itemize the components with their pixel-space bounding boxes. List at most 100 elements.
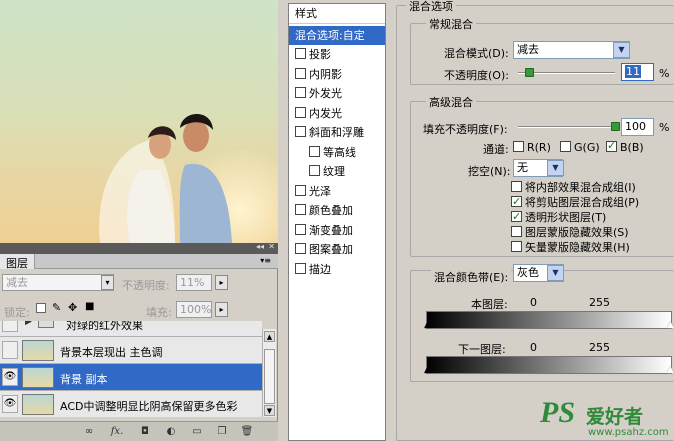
style-checkbox[interactable] [309,165,320,176]
style-item[interactable]: 混合选项:自定 [289,25,385,45]
underlying-black-slider-icon[interactable]: ▲ [424,366,431,375]
fill-opacity-slider-thumb[interactable] [611,122,620,131]
visibility-eye-icon[interactable] [2,321,18,332]
scroll-thumb[interactable] [264,349,275,404]
style-checkbox[interactable] [295,126,306,137]
advanced-option-box[interactable] [511,241,522,252]
add-mask-icon[interactable]: ◘ [138,425,152,439]
advanced-option-checkbox[interactable]: 透明形状图层(T) [511,209,671,225]
couple-illustration [99,114,232,243]
channel-b-checkbox[interactable]: B(B) [606,139,644,154]
style-item[interactable]: 纹理 [289,162,385,182]
this-layer-black-slider-icon[interactable]: ▲ [424,321,431,330]
tab-layers[interactable]: 图层 [0,254,35,270]
advanced-option-checkbox[interactable]: 矢量蒙版隐藏效果(H) [511,240,671,255]
opacity-input[interactable]: 11% [176,274,212,291]
channel-g-box[interactable] [560,141,571,152]
this-layer-low-value: 0 [530,296,537,309]
style-item[interactable]: 描边 [289,260,385,280]
style-item[interactable]: 等高线 [289,143,385,163]
style-item[interactable]: 投影 [289,45,385,65]
style-checkbox[interactable] [295,87,306,98]
fill-label: 填充: [146,306,172,319]
lock-pixels-icon[interactable]: ✎ [52,301,61,314]
layer-row[interactable]: ▶ 对绿的红外效果 [0,321,262,336]
channel-r-box[interactable] [513,141,524,152]
fill-opacity-input[interactable]: 100 [621,118,654,136]
advanced-option-checkbox[interactable]: 图层蒙版隐藏效果(S) [511,225,671,240]
style-checkbox[interactable] [295,184,306,196]
opacity-arrow-icon[interactable]: ▸ [215,275,228,290]
advanced-option-box[interactable] [511,209,522,224]
style-item[interactable]: 内发光 [289,104,385,124]
style-checkbox[interactable] [295,106,306,118]
close-icon[interactable]: ✕ [268,242,275,251]
style-checkbox[interactable] [295,223,306,235]
style-checkbox[interactable] [295,67,306,79]
style-checkbox[interactable] [309,145,320,157]
style-item[interactable]: 内阴影 [289,65,385,85]
fill-input[interactable]: 100% [176,301,212,318]
style-item[interactable]: 斜面和浮雕 [289,123,385,143]
style-item[interactable]: 光泽 [289,182,385,202]
visibility-eye-icon[interactable]: 👁 [2,368,18,386]
layer-row[interactable]: 👁 ACD中调整明显比阴高保留更多色彩 [0,390,262,417]
this-layer-gradient[interactable] [426,311,672,329]
new-group-icon[interactable]: ▭ [190,425,204,439]
style-item[interactable]: 颜色叠加 [289,201,385,221]
underlying-white-slider-icon[interactable]: ▲ [667,366,674,375]
style-item[interactable]: 图案叠加 [289,240,385,260]
lock-all-icon[interactable]: ■ [85,301,94,312]
new-layer-icon[interactable]: ❐ [215,425,229,439]
advanced-option-checkbox[interactable]: 将内部效果混合成组(I) [511,180,671,195]
layer-row[interactable]: 背景本层现出 主色调 [0,336,262,363]
adjustment-layer-icon[interactable]: ◐ [164,425,178,439]
this-layer-white-slider-icon[interactable]: ▲ [667,321,674,330]
scroll-down-icon[interactable]: ▼ [264,405,275,416]
fill-arrow-icon[interactable]: ▸ [215,302,228,317]
style-checkbox[interactable] [295,243,306,254]
layer-row[interactable]: 👁 背景 副本 [0,363,262,390]
style-checkbox[interactable] [295,262,306,274]
scroll-up-icon[interactable]: ▲ [264,331,275,342]
visibility-eye-icon[interactable]: 👁 [2,395,18,413]
panel-title-bar[interactable]: ◂◂ ✕ [0,242,278,254]
blending-options-panel: 混合选项 常规混合 混合模式(D): 减去 ▼ 不透明度(O): 11 % 高级… [396,0,674,441]
advanced-option-box[interactable] [511,181,522,192]
advanced-option-box[interactable] [511,226,522,237]
blend-mode-field-dropdown-icon[interactable]: ▼ [613,42,630,58]
underlying-layer-gradient[interactable] [426,356,672,374]
layers-scrollbar[interactable]: ▲ ▼ [262,329,276,417]
lock-label: 锁定: [4,306,30,319]
channel-g-checkbox[interactable]: G(G) [560,141,600,154]
fill-opacity-slider-track[interactable] [518,126,615,128]
panel-menu-icon[interactable]: ▾≡ [260,256,271,265]
blend-mode-dropdown-icon[interactable]: ▾ [101,275,114,290]
channel-r-checkbox[interactable]: R(R) [513,141,551,154]
style-item[interactable]: 渐变叠加 [289,221,385,241]
advanced-option-label: 图层蒙版隐藏效果(S) [525,226,629,239]
group-expand-icon[interactable]: ▶ [25,321,32,327]
style-item[interactable]: 外发光 [289,84,385,104]
channel-b-box[interactable] [606,139,617,152]
style-checkbox[interactable] [295,204,306,215]
fx-icon[interactable]: fx. [110,425,124,439]
opacity-label: 不透明度: [122,279,170,292]
opacity-slider-thumb[interactable] [524,68,534,77]
style-checkbox[interactable] [295,48,306,59]
collapse-icon[interactable]: ◂◂ [256,242,264,251]
delete-layer-icon[interactable]: 🗑 [240,425,254,439]
link-layers-icon[interactable]: ∞ [82,425,96,439]
blend-if-dropdown-icon[interactable]: ▼ [547,265,564,281]
lock-position-icon[interactable]: ✥ [68,301,77,314]
opacity-slider-input[interactable]: 11 [621,63,654,81]
style-item-label: 光泽 [309,184,331,198]
knockout-dropdown-icon[interactable]: ▼ [547,160,564,176]
advanced-option-checkbox[interactable]: 将剪贴图层混合成组(P) [511,194,671,210]
styles-header[interactable]: 样式 [289,4,385,24]
lock-transparent-icon[interactable] [36,303,46,313]
advanced-option-box[interactable] [511,194,522,209]
blend-if-label: 混合颜色带(E): [431,269,512,285]
blend-mode-select[interactable]: 减去 [2,274,114,291]
visibility-eye-icon[interactable] [2,341,18,359]
